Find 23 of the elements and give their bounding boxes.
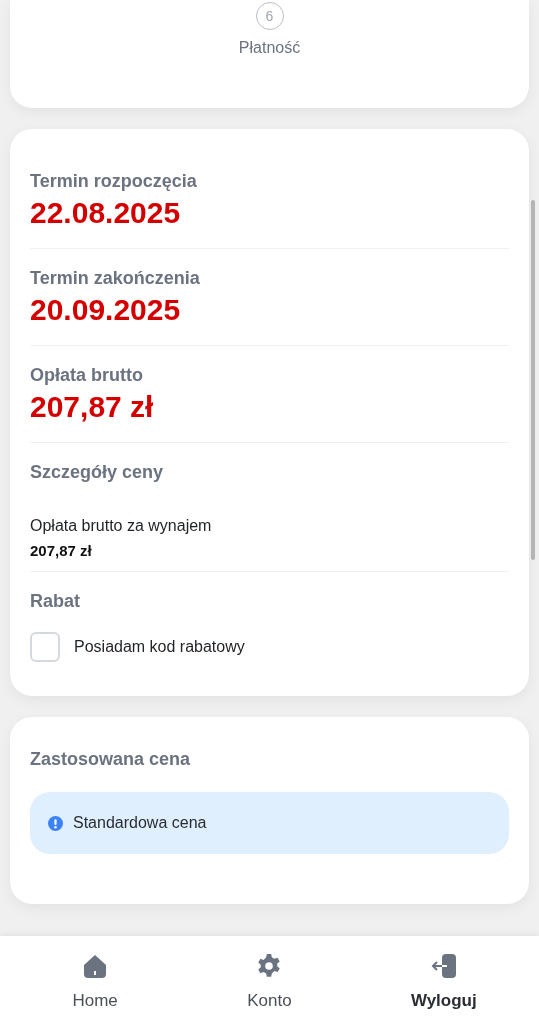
nav-tab[interactable]: Home	[35, 936, 156, 1011]
checkbox[interactable]	[30, 632, 60, 662]
section-title: Szczegóły ceny	[30, 462, 164, 483]
checkbox-label: Posiadam kod rabatowy	[74, 638, 245, 656]
section-title: Zastosowana cena	[30, 749, 191, 770]
field-label: Opłata brutto	[30, 365, 143, 386]
settings-icon	[256, 953, 283, 979]
field-label: Termin rozpoczęcia	[30, 171, 197, 192]
section-title: Rabat	[30, 591, 80, 612]
field-value: 20.09.2025	[30, 293, 181, 327]
logout-icon	[429, 953, 458, 979]
home-icon	[82, 953, 109, 979]
info-icon	[48, 815, 63, 831]
price-label: Opłata brutto za wynajem	[30, 517, 212, 535]
price-value: 207,87 zł	[30, 542, 92, 559]
nav-tab[interactable]: Wyloguj	[383, 936, 504, 1011]
step-label: Płatność	[238, 39, 301, 57]
field-label: Termin zakończenia	[30, 268, 200, 289]
field-value: 22.08.2025	[30, 196, 181, 230]
info-notice: Standardowa cena	[30, 792, 509, 854]
field-value: 207,87 zł	[30, 390, 154, 424]
scrollbar[interactable]	[531, 200, 535, 560]
nav-tab[interactable]: Konto	[209, 936, 330, 1011]
